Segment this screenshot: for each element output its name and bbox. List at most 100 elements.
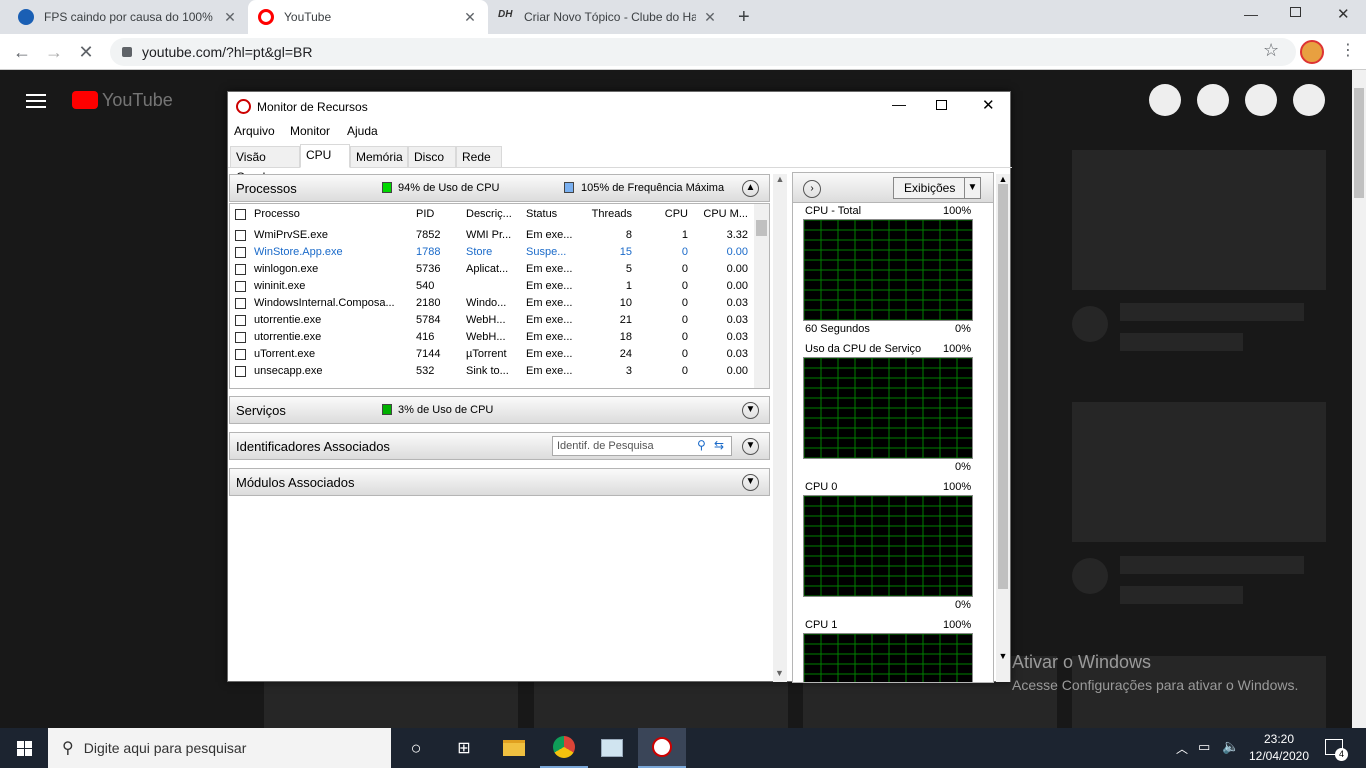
resource-monitor-window: Monitor de Recursos — ✕ Arquivo Monitor … bbox=[227, 91, 1012, 683]
table-row[interactable]: unsecapp.exe 532 Sink to... Em exe... 3 0 0.00 bbox=[230, 363, 752, 380]
youtube-logo-icon[interactable] bbox=[72, 91, 98, 109]
table-row[interactable]: WmiPrvSE.exe 7852 WMI Pr... Em exe... 8 1 3.32 bbox=[230, 227, 752, 244]
row-checkbox[interactable] bbox=[235, 230, 246, 241]
chevron-up-icon[interactable]: ︿ bbox=[1176, 740, 1188, 757]
resource-monitor-taskbar-icon[interactable] bbox=[638, 728, 686, 768]
chevron-down-icon[interactable]: ▼ bbox=[742, 474, 759, 491]
menu-dots-icon[interactable]: ⋮ bbox=[1340, 40, 1356, 60]
apps-icon[interactable] bbox=[1149, 84, 1181, 116]
upload-icon[interactable] bbox=[1197, 84, 1229, 116]
restore-icon[interactable] bbox=[1290, 7, 1301, 17]
network-icon[interactable]: ▭ bbox=[1198, 739, 1210, 755]
cpu-graph bbox=[803, 219, 973, 321]
select-all-checkbox[interactable] bbox=[235, 209, 246, 220]
chevron-up-icon[interactable]: ▲ bbox=[742, 180, 759, 197]
chevron-down-icon[interactable]: ▼ bbox=[742, 402, 759, 419]
page-scrollbar-track[interactable] bbox=[1352, 70, 1366, 728]
minimize-icon[interactable]: — bbox=[892, 96, 906, 112]
close-icon[interactable]: ✕ bbox=[702, 9, 718, 26]
tab-memoria[interactable]: Memória bbox=[350, 146, 408, 168]
row-checkbox[interactable] bbox=[235, 349, 246, 360]
row-checkbox[interactable] bbox=[235, 281, 246, 292]
table-row[interactable]: utorrentie.exe 416 WebH... Em exe... 18 0 0.03 bbox=[230, 329, 752, 346]
processes-section-header[interactable]: Processos 94% de Uso de CPU 105% de Freq… bbox=[229, 174, 770, 202]
processes-scrollbar[interactable] bbox=[754, 204, 769, 388]
browser-tab[interactable]: DH Criar Novo Tópico - Clube do Ha ✕ bbox=[488, 0, 728, 34]
views-dropdown[interactable]: Exibições ▼ bbox=[893, 177, 981, 199]
chrome-icon[interactable] bbox=[540, 728, 588, 768]
close-window-icon[interactable]: ✕ bbox=[1337, 5, 1350, 23]
close-window-icon[interactable]: ✕ bbox=[982, 96, 995, 114]
browser-tab-active[interactable]: YouTube ✕ bbox=[248, 0, 488, 34]
left-pane-scrollbar[interactable]: ▲ bbox=[773, 174, 787, 682]
table-row[interactable]: uTorrent.exe 7144 µTorrent Em exe... 24 0 0.03 bbox=[230, 346, 752, 363]
new-tab-button[interactable]: + bbox=[738, 6, 758, 29]
row-checkbox[interactable] bbox=[235, 332, 246, 343]
column-header-threads[interactable]: Threads bbox=[582, 208, 632, 220]
modules-section-header[interactable]: Módulos Associados ▼ bbox=[229, 468, 770, 496]
taskbar-search-box[interactable]: ⚲ Digite aqui para pesquisar bbox=[48, 728, 391, 768]
maximize-icon[interactable] bbox=[936, 100, 947, 110]
video-thumbnail[interactable] bbox=[1072, 150, 1326, 290]
tab-visao-geral[interactable]: Visão Geral bbox=[230, 146, 300, 184]
column-header-process[interactable]: Processo bbox=[254, 208, 300, 220]
column-header-pid[interactable]: PID bbox=[416, 208, 434, 220]
table-row[interactable]: utorrentie.exe 5784 WebH... Em exe... 21 0 0.0… bbox=[230, 312, 752, 329]
menu-monitor[interactable]: Monitor bbox=[290, 124, 330, 138]
handles-section-header[interactable]: Identificadores Associados Identif. de P… bbox=[229, 432, 770, 460]
column-header-description[interactable]: Descriç... bbox=[466, 208, 516, 220]
row-checkbox[interactable] bbox=[235, 315, 246, 326]
browser-tab[interactable]: FPS caindo por causa do 100% d ✕ bbox=[8, 0, 248, 34]
windows-start-icon[interactable] bbox=[0, 728, 48, 768]
column-header-status[interactable]: Status bbox=[526, 208, 557, 220]
task-manager-icon[interactable] bbox=[588, 728, 636, 768]
stop-icon[interactable]: ✕ bbox=[74, 40, 98, 64]
table-row[interactable]: wininit.exe 540 Em exe... 1 0 0.00 bbox=[230, 278, 752, 295]
scroll-thumb[interactable] bbox=[998, 184, 1008, 589]
row-checkbox[interactable] bbox=[235, 247, 246, 258]
address-bar[interactable]: youtube.com/?hl=pt&gl=BR bbox=[110, 38, 1296, 66]
hamburger-menu-icon[interactable] bbox=[26, 94, 46, 108]
column-header-cpu-avg[interactable]: CPU M... bbox=[692, 208, 748, 220]
table-row[interactable]: winlogon.exe 5736 Aplicat... Em exe... 5 0 0.0… bbox=[230, 261, 752, 278]
column-header-cpu[interactable]: CPU bbox=[640, 208, 688, 220]
search-icon: ⚲ bbox=[62, 740, 74, 757]
scroll-up-icon[interactable]: ▲ bbox=[773, 174, 787, 184]
scroll-down-icon[interactable]: ▼ bbox=[775, 668, 784, 678]
graphs-scrollbar[interactable]: ▲ ▼ bbox=[996, 174, 1010, 682]
refresh-icon[interactable]: ⇆ bbox=[714, 438, 724, 452]
graph-max-label: 100% bbox=[943, 205, 972, 217]
account-icon[interactable] bbox=[1293, 84, 1325, 116]
menu-arquivo[interactable]: Arquivo bbox=[234, 124, 275, 138]
expand-panel-icon[interactable]: › bbox=[803, 180, 821, 198]
table-row[interactable]: WinStore.App.exe 1788 Store Suspe... 15 0 0.00 bbox=[230, 244, 752, 261]
scroll-down-icon[interactable]: ▼ bbox=[996, 651, 1010, 661]
tab-cpu[interactable]: CPU bbox=[300, 144, 350, 168]
clock-date[interactable]: 12/04/2020 bbox=[1246, 749, 1312, 763]
row-checkbox[interactable] bbox=[235, 366, 246, 377]
close-icon[interactable]: ✕ bbox=[222, 9, 238, 26]
tab-rede[interactable]: Rede bbox=[456, 146, 502, 168]
minimize-icon[interactable]: — bbox=[1244, 6, 1258, 22]
bookmark-star-icon[interactable]: ☆ bbox=[1263, 40, 1279, 61]
scroll-up-icon[interactable]: ▲ bbox=[996, 174, 1010, 184]
forward-icon[interactable]: → bbox=[42, 40, 66, 64]
menu-ajuda[interactable]: Ajuda bbox=[347, 124, 378, 138]
back-icon[interactable]: ← bbox=[10, 40, 34, 64]
video-thumbnail[interactable] bbox=[1072, 402, 1326, 542]
table-row[interactable]: WindowsInternal.Composa... 2180 Windo... Em… bbox=[230, 295, 752, 312]
search-icon[interactable]: ⚲ bbox=[697, 438, 706, 452]
notifications-icon[interactable] bbox=[1245, 84, 1277, 116]
volume-icon[interactable]: 🔈 bbox=[1222, 738, 1239, 755]
services-section-header[interactable]: Serviços 3% de Uso de CPU ▼ bbox=[229, 396, 770, 424]
row-checkbox[interactable] bbox=[235, 298, 246, 309]
task-view-icon[interactable]: ⊞ bbox=[440, 728, 488, 768]
close-icon[interactable]: ✕ bbox=[462, 9, 478, 26]
file-explorer-icon[interactable] bbox=[490, 728, 538, 768]
chevron-down-icon[interactable]: ▼ bbox=[742, 438, 759, 455]
tab-disco[interactable]: Disco bbox=[408, 146, 456, 168]
row-checkbox[interactable] bbox=[235, 264, 246, 275]
profile-avatar[interactable] bbox=[1300, 40, 1324, 64]
clock-time[interactable]: 23:20 bbox=[1246, 732, 1312, 746]
cortana-icon[interactable]: ○ bbox=[392, 728, 440, 768]
